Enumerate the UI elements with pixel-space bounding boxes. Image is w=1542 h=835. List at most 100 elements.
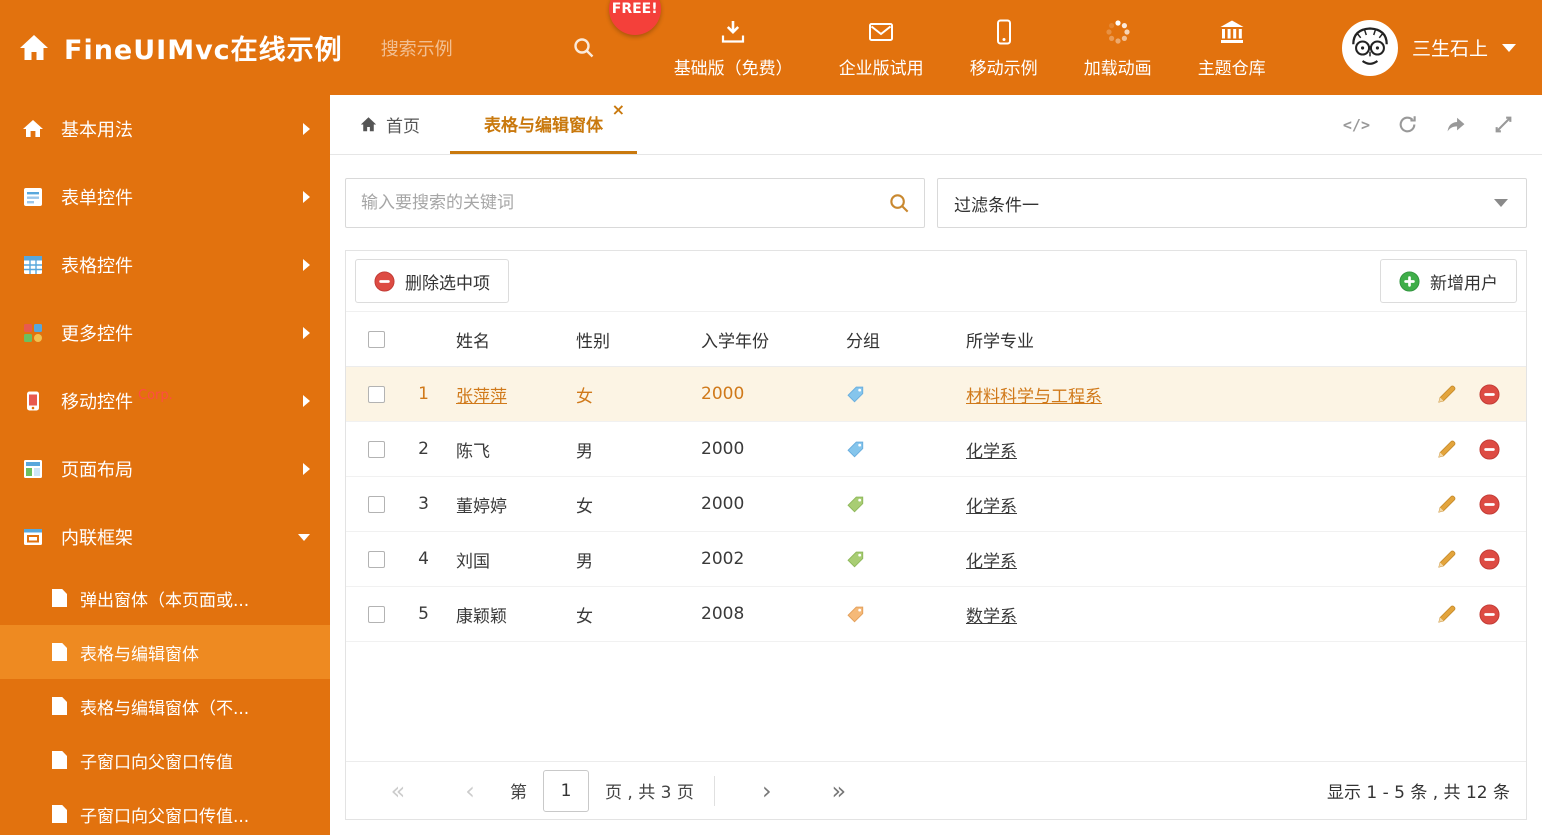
sidebar-item-form-controls[interactable]: 表单控件: [0, 163, 330, 231]
expand-icon[interactable]: [1493, 114, 1514, 135]
search-icon[interactable]: [874, 192, 924, 215]
share-icon[interactable]: [1445, 114, 1466, 135]
sidebar-subitem-grid-edit-window[interactable]: 表格与编辑窗体: [0, 625, 330, 679]
nav-item-loading-animation[interactable]: 加载动画: [1061, 16, 1175, 79]
sidebar-item-label: 基本用法: [61, 120, 133, 141]
form-icon: [22, 186, 44, 208]
button-label: 新增用户: [1430, 273, 1498, 294]
edit-icon[interactable]: [1436, 549, 1457, 570]
last-page-button[interactable]: »: [803, 779, 875, 803]
chevron-down-icon: [298, 533, 310, 541]
home-icon: [360, 116, 377, 133]
sidebar-item-grid-controls[interactable]: 表格控件: [0, 231, 330, 299]
cell-name: 张萍萍: [456, 386, 507, 407]
tag-icon: [846, 605, 865, 624]
table-row[interactable]: 2 陈飞 男 2000 化学系: [346, 422, 1526, 477]
add-user-button[interactable]: 新增用户: [1380, 259, 1517, 303]
cell-major: 化学系: [956, 547, 1416, 572]
sidebar-item-mobile-controls[interactable]: 移动控件 Corp.: [0, 367, 330, 435]
table-row[interactable]: 3 董婷婷 女 2000 化学系: [346, 477, 1526, 532]
sidebar-item-basic-usage[interactable]: 基本用法: [0, 95, 330, 163]
avatar[interactable]: [1341, 19, 1398, 76]
header-nav: FREE! 基础版（免费） 企业版试用 移动示例 加载动画 主题仓库: [608, 0, 1289, 79]
major-link[interactable]: 材料科学与工程系: [966, 387, 1102, 407]
delete-icon[interactable]: [1479, 438, 1500, 460]
table-row[interactable]: 4 刘国 男 2002 化学系: [346, 532, 1526, 587]
page-input[interactable]: [543, 769, 589, 812]
prev-page-button[interactable]: ‹: [434, 779, 506, 803]
delete-selected-button[interactable]: 删除选中项: [355, 259, 509, 303]
chevron-down-icon: [1494, 199, 1508, 207]
nav-label: 加载动画: [1083, 59, 1152, 79]
sidebar-subitem-popup-window[interactable]: 弹出窗体（本页面或...: [0, 571, 330, 625]
download-icon: [719, 16, 747, 46]
tab-home[interactable]: 首页: [330, 95, 450, 154]
tab-actions: </>: [1343, 95, 1542, 154]
cell-year: 2000: [701, 439, 745, 459]
row-checkbox[interactable]: [368, 550, 385, 568]
sidebar-item-more-controls[interactable]: 更多控件: [0, 299, 330, 367]
nav-item-enterprise-trial[interactable]: 企业版试用: [816, 16, 947, 79]
table-icon: [22, 254, 44, 276]
free-badge: FREE!: [608, 0, 661, 35]
sidebar-subitem-grid-edit-window-no[interactable]: 表格与编辑窗体（不...: [0, 679, 330, 733]
row-checkbox[interactable]: [368, 385, 385, 403]
plus-circle-icon: [1399, 270, 1420, 292]
tab-active[interactable]: 表格与编辑窗体 ×: [450, 95, 637, 154]
col-group: 分组: [846, 331, 880, 352]
edit-icon[interactable]: [1436, 494, 1457, 515]
next-page-button[interactable]: ›: [731, 779, 803, 803]
page-summary: 显示 1 - 5 条 , 共 12 条: [1326, 783, 1510, 803]
cell-gender: 女: [576, 606, 593, 627]
first-page-button[interactable]: «: [362, 779, 434, 803]
table-row[interactable]: 1 张萍萍 女 2000 材料科学与工程系: [346, 367, 1526, 422]
cell-major: 材料科学与工程系: [956, 382, 1416, 407]
table-row[interactable]: 5 康颖颖 女 2008 数学系: [346, 587, 1526, 642]
search-box: [345, 178, 925, 228]
sidebar-subitem-child-to-parent[interactable]: 子窗口向父窗口传值: [0, 733, 330, 787]
delete-icon[interactable]: [1479, 493, 1500, 515]
edit-icon[interactable]: [1436, 439, 1457, 460]
close-icon[interactable]: ×: [612, 102, 625, 118]
chevron-down-icon: [1502, 43, 1516, 52]
filter-dropdown[interactable]: 过滤条件一: [937, 178, 1527, 228]
cell-major: 化学系: [956, 492, 1416, 517]
delete-icon[interactable]: [1479, 383, 1500, 405]
major-link[interactable]: 化学系: [966, 552, 1017, 572]
file-icon: [52, 697, 67, 715]
edit-icon[interactable]: [1436, 384, 1457, 405]
user-menu[interactable]: 三生石上: [1341, 19, 1542, 76]
search-icon[interactable]: [572, 36, 596, 60]
header-search[interactable]: 搜索示例: [381, 35, 596, 61]
cell-year: 2000: [701, 494, 745, 514]
home-icon[interactable]: [18, 32, 50, 64]
nav-item-mobile-demo[interactable]: 移动示例: [947, 16, 1061, 79]
major-link[interactable]: 化学系: [966, 442, 1017, 462]
sidebar-item-iframe[interactable]: 内联框架: [0, 503, 330, 571]
select-all-checkbox[interactable]: [368, 330, 385, 348]
app-root: FineUIMvc在线示例 搜索示例 FREE! 基础版（免费） 企业版试用 移…: [0, 0, 1542, 835]
row-checkbox[interactable]: [368, 440, 385, 458]
cell-gender: 女: [576, 496, 593, 517]
sidebar-item-page-layout[interactable]: 页面布局: [0, 435, 330, 503]
sidebar-subitem-child-to-parent-2[interactable]: 子窗口向父窗口传值...: [0, 787, 330, 835]
refresh-icon[interactable]: [1397, 114, 1418, 135]
major-link[interactable]: 数学系: [966, 607, 1017, 627]
search-input[interactable]: [346, 193, 874, 213]
brand[interactable]: FineUIMvc在线示例: [0, 28, 343, 67]
edit-icon[interactable]: [1436, 604, 1457, 625]
major-link[interactable]: 化学系: [966, 497, 1017, 517]
nav-item-theme-store[interactable]: 主题仓库: [1175, 16, 1289, 79]
row-checkbox[interactable]: [368, 495, 385, 513]
cell-gender: 女: [576, 386, 593, 407]
nav-item-basic-edition[interactable]: FREE! 基础版（免费）: [608, 0, 816, 79]
cell-name: 陈飞: [456, 441, 490, 462]
divider: [713, 775, 715, 806]
delete-icon[interactable]: [1479, 548, 1500, 570]
row-checkbox[interactable]: [368, 605, 385, 623]
row-number: 2: [418, 439, 429, 459]
chevron-right-icon: [303, 123, 310, 135]
delete-icon[interactable]: [1479, 603, 1500, 625]
code-icon[interactable]: </>: [1343, 116, 1370, 134]
cell-year: 2000: [701, 384, 745, 404]
